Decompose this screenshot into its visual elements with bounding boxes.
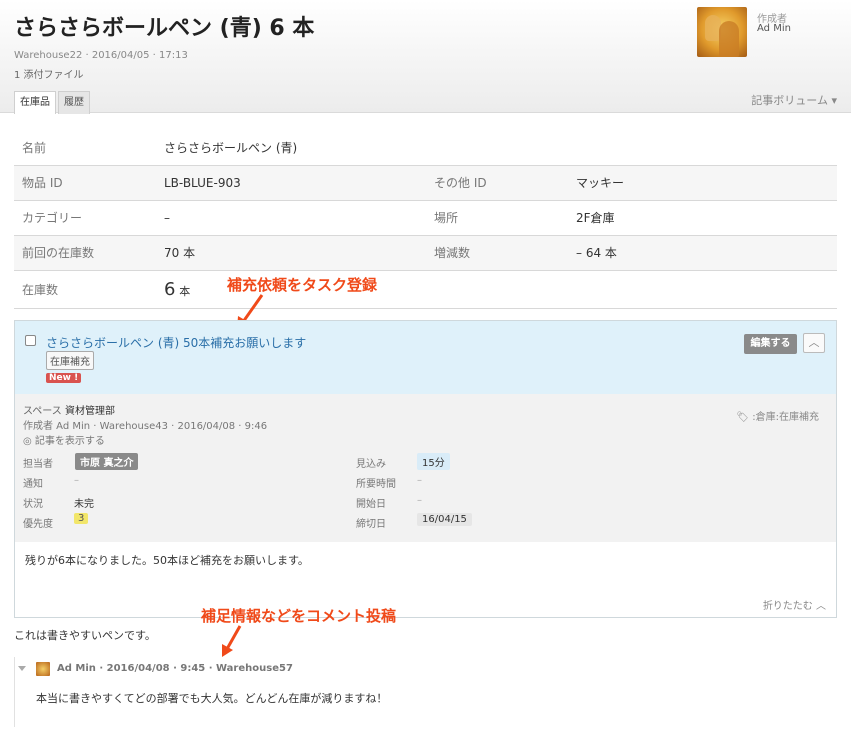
estimate-label: 見込み — [356, 459, 386, 470]
stock-count-label: 在庫数 — [14, 270, 164, 309]
edit-task-button[interactable]: 編集する — [744, 334, 797, 354]
view-article-link[interactable]: ◎ 記事を表示する — [23, 432, 105, 447]
task-creator-meta: 作成者 Ad Min · Warehouse43 · 2016/04/08 · … — [23, 421, 268, 432]
page-title: さらさらボールペン (青) 6 本 — [14, 16, 315, 41]
status-value: 未完 — [74, 499, 94, 510]
time-spent-value: – — [417, 475, 422, 486]
reply-meta: Ad Min · 2016/04/08 · 9:45 · Warehouse57 — [57, 663, 293, 674]
table-row: 物品 ID LB-BLUE-903 その他 ID マッキー — [14, 165, 837, 201]
avatar-figure-shape — [719, 21, 739, 57]
priority-badge: 3 — [74, 513, 89, 524]
status-label: 状況 — [23, 499, 43, 510]
author-avatar[interactable] — [697, 7, 747, 57]
task-space: スペース 資材管理部 — [23, 402, 115, 417]
fold-button[interactable]: 折りたたむ ︿ — [763, 597, 826, 612]
category-label: カテゴリー — [14, 200, 164, 236]
article-volume-menu[interactable]: 記事ボリューム ▾ — [751, 92, 837, 108]
other-id-value: マッキー — [576, 165, 837, 201]
table-row: カテゴリー – 場所 2F倉庫 — [14, 200, 837, 236]
new-badge: New ! — [46, 373, 82, 383]
previous-stock-label: 前回の在庫数 — [14, 235, 164, 271]
task-tags[interactable]: 🏷 :倉庫:在庫補充 — [736, 408, 819, 423]
notify-label: 通知 — [23, 479, 43, 490]
tab-history[interactable]: 履歴 — [58, 91, 90, 114]
start-date-value: – — [417, 495, 422, 506]
priority-label: 優先度 — [23, 519, 53, 530]
item-properties-table: 名前 さらさらボールペン (青) 物品 ID LB-BLUE-903 その他 I… — [14, 130, 837, 309]
task-title-link[interactable]: さらさらボールペン (青) 50本補充お願いします — [46, 334, 306, 351]
start-date-label: 開始日 — [356, 499, 386, 510]
due-date-badge: 16/04/15 — [417, 513, 472, 526]
item-id-label: 物品 ID — [14, 165, 164, 201]
location-value: 2F倉庫 — [576, 200, 837, 236]
estimate-badge: 15分 — [417, 453, 450, 470]
previous-stock-value: 70 本 — [164, 235, 426, 271]
table-row: 前回の在庫数 70 本 増減数 – 64 本 — [14, 235, 837, 271]
stock-count-number: 6 — [164, 278, 176, 300]
stock-change-label: 増減数 — [426, 235, 576, 271]
task-header: さらさらボールペン (青) 50本補充お願いします 在庫補充 New ! 編集す… — [15, 321, 836, 394]
category-value: – — [164, 200, 426, 236]
attachments-link[interactable]: 1 添付ファイル — [14, 66, 84, 81]
table-row: 名前 さらさらボールペン (青) — [14, 130, 837, 166]
article-header: さらさらボールペン (青) 6 本 Warehouse22 · 2016/04/… — [0, 0, 851, 114]
reply-text: 本当に書きやすくてどの部署でも大人気。どんどん在庫が減りますね！ — [36, 692, 388, 705]
task-details: スペース 資材管理部 作成者 Ad Min · Warehouse43 · 20… — [15, 394, 836, 542]
stock-change-value: – 64 本 — [576, 235, 837, 271]
article-meta: Warehouse22 · 2016/04/05 · 17:13 — [14, 50, 188, 61]
annotation-arrow-icon — [222, 625, 242, 657]
thread-divider — [14, 657, 15, 727]
other-id-label: その他 ID — [426, 165, 576, 201]
author-name[interactable]: Ad Min — [757, 23, 791, 34]
tab-stock-item[interactable]: 在庫品 — [14, 91, 56, 114]
table-row: 在庫数 6 本 — [14, 270, 837, 309]
task-complete-checkbox[interactable] — [25, 335, 36, 346]
collapse-chevron-icon[interactable]: ︿ — [803, 333, 825, 353]
stock-count-unit: 本 — [179, 284, 191, 298]
space-value[interactable]: 資材管理部 — [65, 406, 115, 417]
notify-value: – — [74, 475, 79, 486]
location-label: 場所 — [426, 200, 576, 236]
name-label: 名前 — [14, 130, 164, 166]
due-date-label: 締切日 — [356, 519, 386, 530]
reply-avatar[interactable] — [36, 662, 50, 676]
assignee-badge[interactable]: 市原 真之介 — [75, 453, 139, 470]
item-id-value: LB-BLUE-903 — [164, 165, 426, 201]
name-value: さらさらボールペン (青) — [164, 130, 426, 166]
assignee-label: 担当者 — [23, 459, 53, 470]
reply-toggle-icon[interactable] — [18, 666, 26, 671]
task-description: 残りが6本になりました。50本ほど補充をお願いします。 — [25, 554, 309, 567]
task-card: さらさらボールペン (青) 50本補充お願いします 在庫補充 New ! 編集す… — [14, 320, 837, 618]
time-spent-label: 所要時間 — [356, 479, 396, 490]
space-label: スペース — [23, 406, 62, 417]
comment-text: これは書きやすいペンです。 — [14, 629, 156, 642]
task-label-tag[interactable]: 在庫補充 — [46, 351, 94, 370]
